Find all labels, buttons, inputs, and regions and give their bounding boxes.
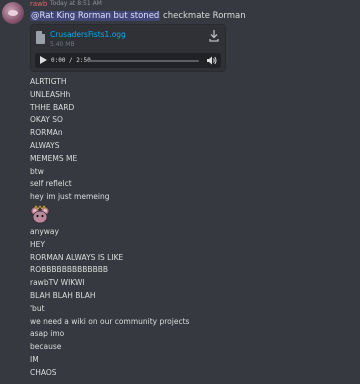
chat-message: self reflelct [30,179,72,189]
chat-message: ALWAYS [30,140,60,150]
chat-message: RORMAn [30,128,63,138]
chat-message: HEY [30,239,45,249]
chat-message: anyway [30,226,59,236]
message-group-after-emoji: anyway HEY RORMAN ALWAYS IS LIKE ROBBBBBBBB… [30,226,350,380]
volume-icon[interactable] [207,56,217,65]
emoji-message [30,204,350,226]
attachment-file-size: 5.40 MB [50,41,75,48]
message-timestamp: Today at 8:51 AM [50,0,102,7]
attachment-file-name[interactable]: CrusadersFists1.ogg [50,30,126,39]
chat-message: rawbTV WIKWI [30,278,85,288]
rat-king-emoji-icon[interactable] [30,205,50,225]
chat-message: OKAY SO [30,115,63,125]
chat-message: we need a wiki on our community projects [30,316,190,326]
chat-message: because [30,342,62,352]
chat-message: 'but [30,303,45,313]
play-icon[interactable] [40,56,47,64]
playback-progress-bar[interactable] [89,60,199,62]
chat-message: btw [30,166,44,176]
chat-message: BLAH BLAH BLAH [30,290,96,300]
audio-attachment: CrusadersFists1.ogg 5.40 MB 0:00 / 2:50 [30,24,226,72]
mention-message: @Rat King Rorman but stoned checkmate Ro… [30,11,246,21]
chat-message: MEMEMS ME [30,153,78,163]
message-header: rawb Today at 8:51 AM [0,0,360,24]
user-mention[interactable]: @Rat King Rorman but stoned [30,11,161,21]
chat-message: ROBBBBBBBBBBBBB [30,265,109,275]
message-list: ALRTIGTH UNLEASHh THHE BARD OKAY SO RORMAn AL… [30,76,350,380]
chat-message: CHAOS [30,367,57,377]
audio-file-icon [36,31,45,44]
chat-message: IM [30,354,39,364]
mention-message-text: checkmate Rorman [160,11,246,21]
message-group-before-emoji: ALRTIGTH UNLEASHh THHE BARD OKAY SO RORMAn AL… [30,76,350,204]
audio-player: 0:00 / 2:50 [35,53,221,68]
chat-message: ALRTIGTH [30,77,67,86]
chat-message: asap imo [30,329,65,339]
playback-time: 0:00 / 2:50 [51,56,91,64]
download-icon[interactable] [209,30,219,42]
chat-message: RORMAN ALWAYS IS LIKE [30,252,124,262]
user-avatar[interactable] [2,2,24,24]
chat-message: THHE BARD [30,102,75,112]
chat-message: hey im just memeing [30,192,110,202]
chat-message: UNLEASHh [30,89,71,99]
username[interactable]: rawb [30,0,47,8]
